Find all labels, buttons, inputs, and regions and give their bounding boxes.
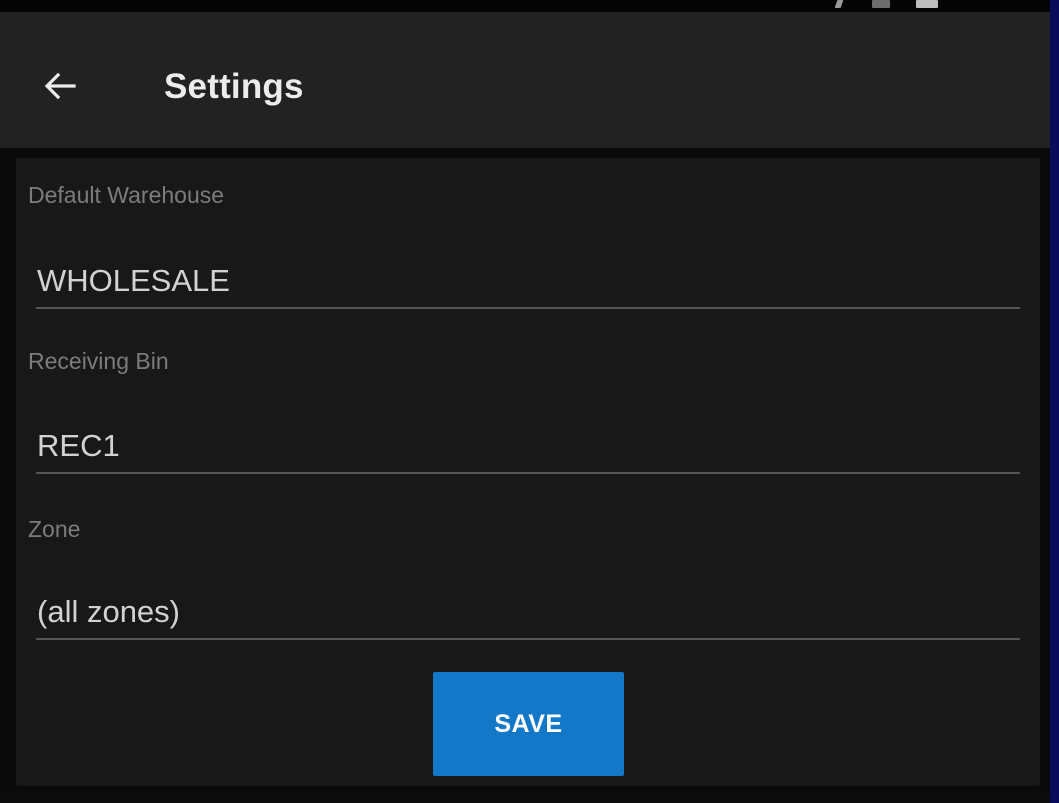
default-warehouse-label: Default Warehouse xyxy=(28,182,225,208)
app-bar: Settings xyxy=(0,12,1050,148)
arrow-left-icon xyxy=(44,72,76,100)
bottom-edge xyxy=(0,790,1050,803)
default-warehouse-field[interactable]: WHOLESALE xyxy=(36,259,1020,309)
zone-field[interactable]: (all zones) xyxy=(36,590,1020,640)
wifi-icon xyxy=(872,0,890,8)
page-title: Settings xyxy=(164,67,304,106)
receiving-bin-field[interactable]: REC1 xyxy=(36,424,1020,474)
receiving-bin-value: REC1 xyxy=(37,428,120,463)
settings-screen: Settings Default Warehouse WHOLESALE Rec… xyxy=(0,0,1059,803)
zone-label: Zone xyxy=(28,516,81,542)
receiving-bin-label: Receiving Bin xyxy=(28,348,169,374)
status-bar xyxy=(0,0,1050,12)
zone-value: (all zones) xyxy=(37,594,180,629)
save-button[interactable]: SAVE xyxy=(433,672,624,776)
signal-icon xyxy=(834,0,844,8)
settings-form: Default Warehouse WHOLESALE Receiving Bi… xyxy=(16,158,1040,786)
default-warehouse-value: WHOLESALE xyxy=(37,263,230,298)
back-button[interactable] xyxy=(30,56,90,116)
window-frame-edge xyxy=(1050,0,1059,803)
battery-icon xyxy=(916,0,938,8)
